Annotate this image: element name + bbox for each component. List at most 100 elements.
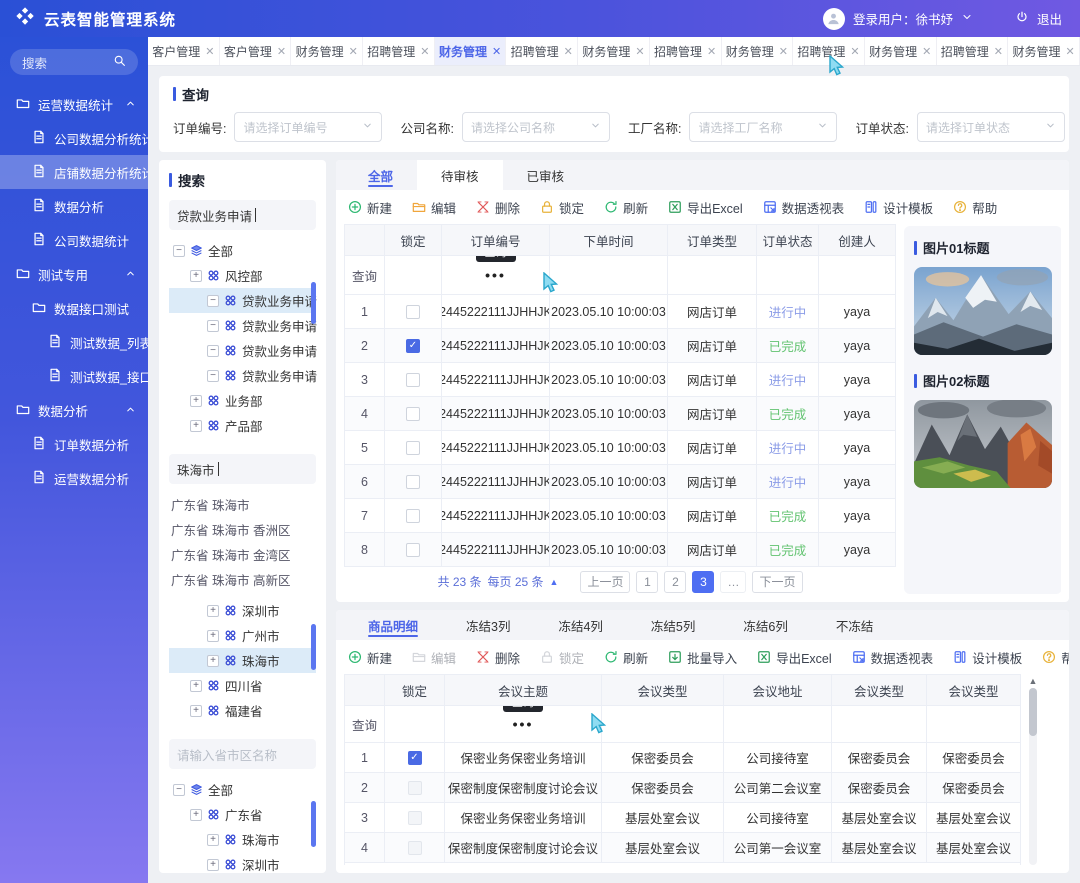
toolbar-批量导入-button[interactable]: 批量导入	[668, 648, 737, 667]
region-search-input[interactable]: 请输入省市区名称	[169, 739, 316, 769]
tree-node-福建省[interactable]: + 福建省	[169, 698, 316, 723]
window-tab-13[interactable]: 财务管理 ✕	[1008, 37, 1080, 65]
suggestion-item[interactable]: 广东省 珠海市 高新区	[171, 567, 316, 592]
search-icon[interactable]	[113, 54, 126, 70]
close-tab-icon[interactable]: ✕	[635, 45, 644, 58]
window-tab-7[interactable]: 财务管理 ✕	[578, 37, 650, 65]
window-tab-5[interactable]: 财务管理 ✕	[434, 37, 507, 65]
tree-node-产品部[interactable]: + 产品部	[169, 413, 316, 438]
lock-cell[interactable]	[385, 773, 445, 802]
sidebar-item-3[interactable]: 店铺数据分析统计	[0, 155, 148, 189]
filter-cell[interactable]	[819, 256, 895, 294]
orders-tab-全部[interactable]: 全部	[344, 160, 417, 190]
close-tab-icon[interactable]: ✕	[349, 45, 358, 58]
window-tab-11[interactable]: 财务管理 ✕	[865, 37, 937, 65]
table-row-8[interactable]: 8 522445222111JJHHJKLL2023.05.10 10:00:03…	[345, 533, 895, 567]
table-row-3[interactable]: 3 保密业务保密业务培训 基层处室会议 公司接待室 基层处室会议 基层处室会议	[345, 803, 1020, 833]
collapse-icon[interactable]: −	[207, 319, 219, 332]
page-button-2[interactable]: 2	[664, 570, 687, 593]
window-tab-1[interactable]: 客户管理 ✕	[148, 37, 220, 65]
ellipsis-pages[interactable]: …	[720, 570, 747, 593]
meetings-tab-冻结3列[interactable]: 冻结3列	[442, 610, 534, 640]
expand-icon[interactable]: +	[207, 629, 219, 642]
tree-node-四川省[interactable]: + 四川省	[169, 673, 316, 698]
tree-node-珠海市[interactable]: + 珠海市	[169, 827, 316, 852]
page-button-1[interactable]: 1	[636, 570, 659, 593]
meetings-tab-冻结5列[interactable]: 冻结5列	[627, 610, 719, 640]
row-checkbox[interactable]	[407, 780, 422, 795]
filter-cell[interactable]	[550, 256, 668, 294]
sidebar-item-5[interactable]: 公司数据统计	[0, 223, 148, 257]
table-row-3[interactable]: 3 522445222111JJHHJKLL2023.05.10 10:00:03…	[345, 363, 895, 397]
lock-cell[interactable]	[385, 295, 442, 328]
toolbar-帮助-button[interactable]: 帮助	[1042, 648, 1069, 667]
toolbar-导出Excel-button[interactable]: 导出Excel	[668, 198, 743, 217]
sidebar-item-2[interactable]: 公司数据分析统计	[0, 121, 148, 155]
window-tab-8[interactable]: 招聘管理 ✕	[650, 37, 722, 65]
filter-cell[interactable]	[757, 256, 819, 294]
lock-cell[interactable]	[385, 363, 442, 396]
tree-node-贷款业务申请[interactable]: − 贷款业务申请	[169, 338, 317, 363]
collapse-icon[interactable]: −	[207, 294, 219, 307]
sidebar-item-7[interactable]: 数据接口测试	[0, 291, 148, 325]
expand-icon[interactable]: +	[207, 833, 219, 846]
filter-more-icon[interactable]: •••	[485, 267, 506, 283]
collapse-icon[interactable]: −	[207, 344, 219, 357]
close-tab-icon[interactable]: ✕	[922, 45, 931, 58]
sidebar-search-input[interactable]: 搜索	[10, 49, 138, 75]
next-page-button[interactable]: 下一页	[752, 570, 803, 593]
row-checkbox[interactable]	[407, 840, 422, 855]
row-checkbox[interactable]	[406, 372, 420, 387]
city-search-input[interactable]: 珠海市	[169, 454, 316, 484]
user-label[interactable]: 登录用户：徐书妤	[853, 9, 953, 28]
tree-node-深圳市[interactable]: + 深圳市	[169, 852, 316, 873]
meetings-tab-冻结4列[interactable]: 冻结4列	[534, 610, 626, 640]
tree-node-业务部[interactable]: + 业务部	[169, 388, 316, 413]
tree-node-广州市[interactable]: + 广州市	[169, 623, 316, 648]
lock-cell[interactable]	[385, 533, 442, 566]
tree-node-全部[interactable]: − 全部	[169, 777, 316, 802]
toolbar-新建-button[interactable]: 新建	[348, 648, 392, 667]
filter-cell[interactable]: 查询 •••	[442, 256, 550, 294]
filter-cell[interactable]	[385, 256, 442, 294]
filter-cell-label[interactable]: 查询	[345, 706, 385, 742]
collapse-icon[interactable]: −	[207, 369, 219, 382]
meetings-tab-商品明细[interactable]: 商品明细	[344, 610, 442, 640]
expand-icon[interactable]: +	[190, 808, 202, 821]
filter-cell[interactable]	[724, 706, 832, 742]
lock-cell[interactable]	[385, 397, 442, 430]
lock-cell[interactable]	[385, 431, 442, 464]
chevron-up-icon[interactable]	[125, 268, 136, 282]
window-tab-6[interactable]: 招聘管理 ✕	[506, 37, 579, 65]
window-tab-12[interactable]: 招聘管理 ✕	[937, 37, 1009, 65]
tree-scrollbar-thumb[interactable]	[311, 801, 316, 847]
suggestion-item[interactable]: 广东省 珠海市 香洲区	[171, 517, 316, 542]
close-tab-icon[interactable]: ✕	[994, 45, 1003, 58]
orders-tab-待审核[interactable]: 待审核	[417, 160, 503, 190]
sidebar-item-6[interactable]: 测试专用	[0, 257, 148, 291]
filter-cell-label[interactable]: 查询	[345, 256, 385, 294]
table-row-1[interactable]: 1 ✓ 保密业务保密业务培训 保密委员会 公司接待室 保密委员会 保密委员会	[345, 743, 1020, 773]
row-checkbox[interactable]	[406, 542, 420, 557]
table-row-5[interactable]: 5 522445222111JJHHJKLL2023.05.10 10:00:03…	[345, 431, 895, 465]
sidebar-item-10[interactable]: 数据分析	[0, 393, 148, 427]
toolbar-锁定-button[interactable]: 锁定	[540, 198, 584, 217]
filter-cell[interactable]	[385, 706, 445, 742]
table-row-6[interactable]: 6 522445222111JJHHJKLL2023.05.10 10:00:03…	[345, 465, 895, 499]
window-tab-9[interactable]: 财务管理 ✕	[722, 37, 794, 65]
row-checkbox[interactable]	[406, 474, 420, 489]
scrollbar-thumb[interactable]	[1029, 688, 1037, 736]
table-row-7[interactable]: 7 522445222111JJHHJKLL2023.05.10 10:00:03…	[345, 499, 895, 533]
sidebar-item-11[interactable]: 订单数据分析	[0, 427, 148, 461]
meetings-tab-不冻结[interactable]: 不冻结	[812, 610, 898, 640]
table-row-1[interactable]: 1 522445222111JJHHJKLL2023.05.10 10:00:03…	[345, 295, 895, 329]
row-checkbox[interactable]: ✓	[407, 750, 422, 765]
avatar[interactable]	[822, 7, 845, 30]
field-select[interactable]: 请选择公司名称	[461, 112, 610, 142]
chevron-up-icon[interactable]	[125, 98, 136, 112]
close-tab-icon[interactable]: ✕	[420, 45, 429, 58]
table-row-2[interactable]: 2 保密制度保密制度讨论会议 保密委员会 公司第二会议室 保密委员会 保密委员会	[345, 773, 1020, 803]
toolbar-数据透视表-button[interactable]: 数据透视表	[852, 648, 933, 667]
filter-cell[interactable]: 查询 •••	[445, 706, 602, 742]
scroll-up-arrow-icon[interactable]: ▲	[1029, 676, 1038, 688]
